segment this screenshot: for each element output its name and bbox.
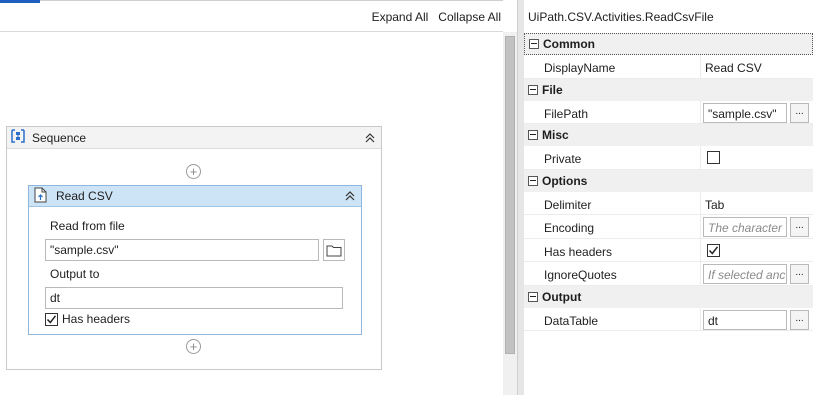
- uipath-studio-window: Expand All Collapse All Sequence + Read …: [0, 0, 813, 395]
- property-row-encoding: Encoding The character ...: [524, 215, 813, 239]
- category-label: Common: [543, 37, 595, 51]
- displayname-value[interactable]: Read CSV: [705, 61, 762, 75]
- property-grid: Common DisplayName Read CSV File FilePat…: [524, 33, 813, 331]
- browse-folder-button[interactable]: [323, 239, 345, 261]
- read-from-file-label: Read from file: [50, 219, 125, 233]
- toolbar-divider: [0, 31, 503, 32]
- sequence-container[interactable]: Sequence + Read CSV Read from file "samp…: [6, 126, 382, 370]
- property-row-ignorequotes: IgnoreQuotes If selected anc ...: [524, 262, 813, 286]
- properties-panel: UiPath.CSV.Activities.ReadCsvFile Common…: [524, 0, 813, 395]
- read-csv-activity[interactable]: Read CSV Read from file "sample.csv" Out…: [28, 185, 362, 335]
- category-options[interactable]: Options: [524, 169, 813, 192]
- checkmark-icon: [708, 245, 719, 255]
- collapse-minus-icon[interactable]: [529, 39, 539, 49]
- tab-strip-border: [40, 0, 503, 1]
- expand-all-button[interactable]: Expand All: [372, 10, 429, 24]
- read-csv-header[interactable]: Read CSV: [29, 186, 361, 207]
- category-file[interactable]: File: [524, 78, 813, 101]
- sequence-header[interactable]: Sequence: [7, 127, 381, 149]
- property-row-datatable: DataTable dt ...: [524, 307, 813, 331]
- category-label: Output: [542, 289, 582, 304]
- property-name: Delimiter: [544, 197, 592, 212]
- folder-icon: [326, 245, 342, 256]
- filepath-input[interactable]: "sample.csv": [703, 102, 787, 123]
- designer-canvas: Expand All Collapse All Sequence + Read …: [0, 0, 503, 395]
- sequence-icon: [10, 128, 26, 147]
- category-label: File: [542, 82, 563, 97]
- property-row-filepath: FilePath "sample.csv" ...: [524, 100, 813, 124]
- output-variable-input[interactable]: dt: [45, 287, 343, 309]
- designer-toolbar: Expand All Collapse All: [372, 6, 503, 28]
- category-label: Options: [542, 173, 588, 188]
- datatable-input[interactable]: dt: [703, 309, 787, 330]
- property-row-displayname: DisplayName Read CSV: [524, 55, 813, 79]
- active-tab-indicator: [0, 0, 40, 3]
- category-output[interactable]: Output: [524, 285, 813, 308]
- designer-scrollbar[interactable]: [503, 32, 517, 395]
- sequence-title: Sequence: [32, 130, 87, 145]
- collapse-minus-icon[interactable]: [528, 175, 538, 186]
- property-name: DisplayName: [544, 61, 616, 75]
- category-misc[interactable]: Misc: [524, 124, 813, 146]
- add-activity-top-icon[interactable]: +: [186, 164, 201, 179]
- property-row-delimiter: Delimiter Tab: [524, 191, 813, 215]
- collapse-activity-icon[interactable]: [343, 189, 357, 203]
- read-csv-icon: [33, 187, 48, 206]
- collapse-minus-icon[interactable]: [528, 291, 538, 302]
- delimiter-value[interactable]: Tab: [705, 198, 724, 212]
- properties-title: UiPath.CSV.Activities.ReadCsvFile: [528, 10, 714, 24]
- property-name: Private: [544, 152, 582, 166]
- filepath-ellipsis-button[interactable]: ...: [790, 102, 809, 123]
- property-name: Encoding: [544, 221, 595, 235]
- collapse-sequence-icon[interactable]: [363, 131, 377, 145]
- has-headers-checkbox[interactable]: [45, 312, 58, 326]
- encoding-ellipsis-button[interactable]: ...: [790, 217, 809, 237]
- has-headers-option[interactable]: Has headers: [45, 312, 130, 326]
- property-name: DataTable: [544, 313, 599, 328]
- category-label: Misc: [542, 128, 569, 142]
- scrollbar-thumb[interactable]: [505, 36, 515, 354]
- ignorequotes-input[interactable]: If selected anc: [703, 264, 787, 284]
- category-common[interactable]: Common: [524, 33, 813, 55]
- read-csv-title: Read CSV: [56, 189, 113, 203]
- collapse-minus-icon[interactable]: [528, 130, 538, 140]
- encoding-input[interactable]: The character: [703, 217, 787, 237]
- property-name: FilePath: [544, 106, 589, 121]
- checkmark-icon: [46, 314, 57, 324]
- file-path-input[interactable]: "sample.csv": [45, 239, 319, 261]
- property-row-has-headers: Has headers: [524, 238, 813, 262]
- property-row-private: Private: [524, 146, 813, 170]
- has-headers-property-checkbox[interactable]: [707, 243, 720, 257]
- property-name: IgnoreQuotes: [544, 268, 617, 282]
- datatable-ellipsis-button[interactable]: ...: [790, 309, 809, 330]
- has-headers-label: Has headers: [62, 312, 131, 326]
- panel-splitter[interactable]: [517, 0, 524, 395]
- private-checkbox[interactable]: [707, 151, 720, 164]
- add-activity-bottom-icon[interactable]: +: [186, 339, 201, 354]
- collapse-minus-icon[interactable]: [528, 84, 538, 95]
- output-to-label: Output to: [50, 267, 100, 281]
- collapse-all-button[interactable]: Collapse All: [438, 10, 501, 24]
- property-name: Has headers: [544, 244, 613, 259]
- ignorequotes-ellipsis-button[interactable]: ...: [790, 264, 809, 284]
